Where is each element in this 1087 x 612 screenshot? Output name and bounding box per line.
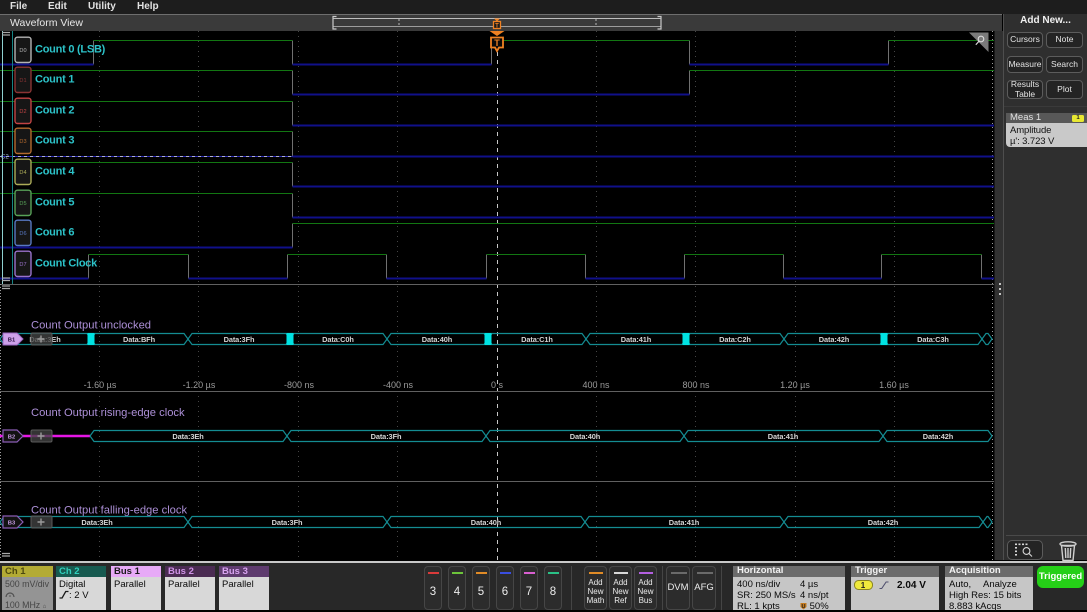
svg-text:Data:3Fh: Data:3Fh <box>224 335 255 344</box>
svg-text:D2: D2 <box>19 109 26 115</box>
svg-text:Count 2: Count 2 <box>35 105 74 117</box>
svg-text:D1: D1 <box>19 78 26 84</box>
svg-text:D0: D0 <box>19 48 26 54</box>
svg-text:Data:C0h: Data:C0h <box>322 335 354 344</box>
svg-text:D4: D4 <box>19 170 26 176</box>
svg-text:Count 3: Count 3 <box>35 135 74 147</box>
svg-text:Data:BFh: Data:BFh <box>123 335 156 344</box>
svg-text:Data:3Fh: Data:3Fh <box>371 432 402 441</box>
svg-text:B2: B2 <box>8 435 15 441</box>
svg-text:U: U <box>802 603 806 609</box>
svg-text:Data:C1h: Data:C1h <box>521 335 553 344</box>
svg-text:D3: D3 <box>19 139 26 145</box>
svg-text:400 ns: 400 ns <box>582 380 610 390</box>
svg-text:Data:40h: Data:40h <box>471 518 502 527</box>
svg-text:Count 1: Count 1 <box>35 74 74 86</box>
svg-text:Data:C2h: Data:C2h <box>719 335 751 344</box>
svg-text:Data:3Eh: Data:3Eh <box>81 518 113 527</box>
svg-text:Count 4: Count 4 <box>35 166 75 178</box>
svg-text:T: T <box>494 38 500 48</box>
svg-text:1.60 µs: 1.60 µs <box>879 380 909 390</box>
svg-text:800 ns: 800 ns <box>682 380 710 390</box>
svg-text:B3: B3 <box>8 521 16 527</box>
svg-text:Data:42h: Data:42h <box>868 518 899 527</box>
svg-text:Data:42h: Data:42h <box>923 432 954 441</box>
svg-text:Data:40h: Data:40h <box>422 335 453 344</box>
svg-text:Data:41h: Data:41h <box>669 518 700 527</box>
svg-text:Data:3Eh: Data:3Eh <box>172 432 204 441</box>
svg-text:Count 5: Count 5 <box>35 197 74 209</box>
svg-text:C2: C2 <box>1 155 9 161</box>
svg-text:Data:42h: Data:42h <box>819 335 850 344</box>
svg-text:Count Output rising-edge clock: Count Output rising-edge clock <box>31 407 185 419</box>
svg-text:Count 6: Count 6 <box>35 227 74 239</box>
svg-text:-1.20 µs: -1.20 µs <box>183 380 216 390</box>
svg-text:T: T <box>495 24 499 30</box>
svg-text:Data:C3h: Data:C3h <box>917 335 949 344</box>
svg-text:Data:40h: Data:40h <box>570 432 601 441</box>
svg-text:0 s: 0 s <box>491 380 504 390</box>
svg-text:D6: D6 <box>19 231 26 237</box>
svg-text:B1: B1 <box>8 338 16 344</box>
svg-text:Data:41h: Data:41h <box>621 335 652 344</box>
svg-text:Count 0 (LSB): Count 0 (LSB) <box>35 44 106 56</box>
svg-text:D7: D7 <box>19 262 26 268</box>
svg-text:-800 ns: -800 ns <box>284 380 315 390</box>
svg-text:-1.60 µs: -1.60 µs <box>84 380 117 390</box>
svg-text:Data:3Fh: Data:3Fh <box>272 518 303 527</box>
svg-text:Data:41h: Data:41h <box>768 432 799 441</box>
svg-text:Count Output falling-edge cloc: Count Output falling-edge clock <box>31 505 188 517</box>
svg-text:-400 ns: -400 ns <box>383 380 414 390</box>
svg-text:D5: D5 <box>19 201 26 207</box>
svg-text:Count Output unclocked: Count Output unclocked <box>31 320 151 332</box>
svg-text:1.20 µs: 1.20 µs <box>780 380 810 390</box>
svg-text:Count Clock: Count Clock <box>35 258 98 270</box>
